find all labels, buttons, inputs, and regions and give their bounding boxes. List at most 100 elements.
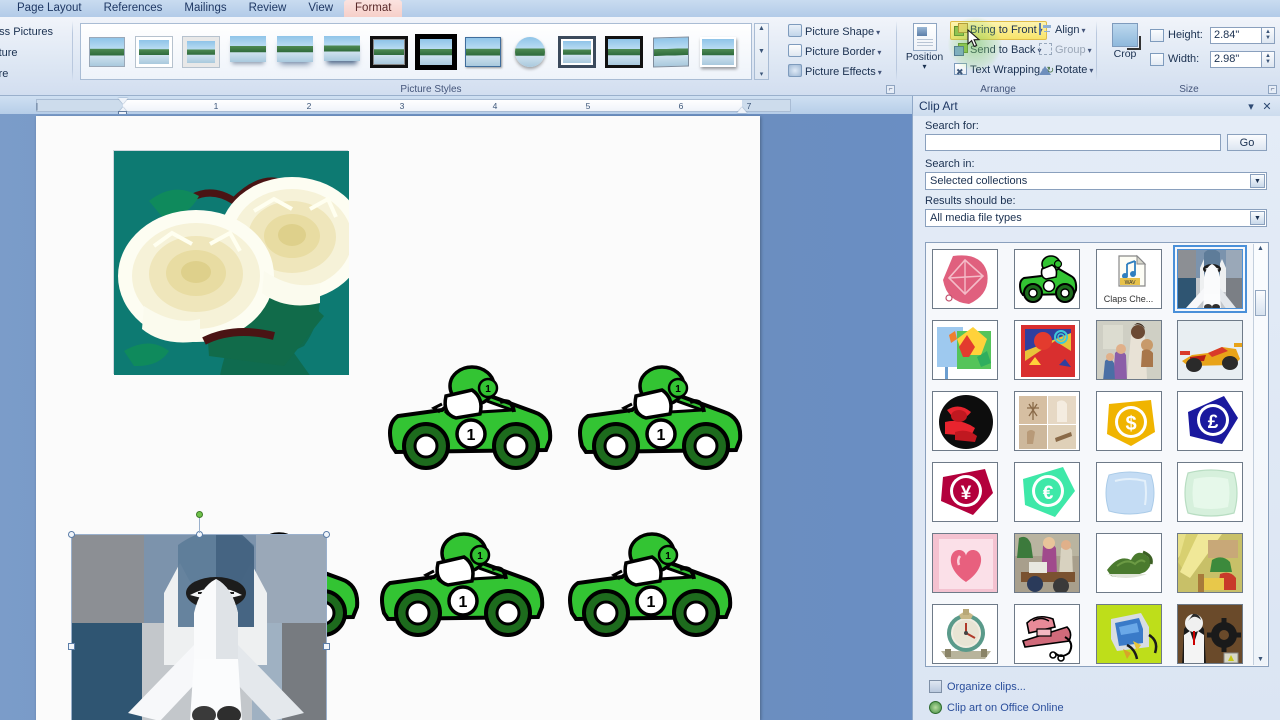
clip-result-space-shuttle[interactable] <box>1173 245 1248 313</box>
text-wrapping-button[interactable]: Text Wrapping▾ <box>951 61 1049 82</box>
clip-result-formula-race-car[interactable] <box>1177 320 1244 380</box>
clip-result-pound-coin[interactable]: £ <box>1177 391 1244 451</box>
picture-style-9[interactable] <box>462 34 504 70</box>
race-car-4[interactable]: 1 1 <box>376 531 548 641</box>
picture-style-4[interactable] <box>227 34 269 70</box>
clip-result-business-gear[interactable] <box>1177 604 1244 664</box>
clip-art-online-link[interactable]: Clip art on Office Online <box>929 701 1064 714</box>
clip-result-stamp-art[interactable] <box>1013 320 1080 380</box>
width-stepper[interactable]: ▲ ▼ <box>1262 50 1275 68</box>
race-car-1[interactable]: 1 1 <box>384 364 556 474</box>
close-icon[interactable]: ✕ <box>1259 100 1275 113</box>
first-line-indent-marker[interactable] <box>118 98 128 104</box>
send-to-back-button[interactable]: Send to Back ▾ <box>951 41 1044 60</box>
clip-result-dollar-coin[interactable]: $ <box>1095 391 1162 451</box>
clip-result-green-pillow[interactable] <box>1177 462 1244 522</box>
go-button[interactable]: Go <box>1227 134 1267 151</box>
picture-style-2[interactable] <box>133 34 175 70</box>
right-indent-marker[interactable] <box>737 107 747 113</box>
roses-picture[interactable] <box>113 150 365 381</box>
picture-styles-dialog-launcher[interactable]: ⌐ <box>886 85 895 94</box>
picture-style-7[interactable] <box>368 34 410 70</box>
results-scrollbar[interactable]: ▲ ▼ <box>1253 244 1267 665</box>
gallery-scrollbar[interactable]: ▲ ▼ ▾ <box>754 23 769 80</box>
gallery-more-icon[interactable]: ▾ <box>760 71 764 78</box>
bring-to-front-button[interactable]: Bring to Front ▾ <box>950 21 1047 40</box>
resize-handle-middle-left[interactable] <box>68 643 75 650</box>
rotate-button[interactable]: Rotate▾ <box>1036 61 1096 80</box>
height-input[interactable]: 2.84" <box>1210 26 1262 44</box>
clip-result-blue-pillow[interactable] <box>1095 462 1162 522</box>
rotation-handle[interactable] <box>196 511 203 518</box>
picture-border-button[interactable]: Picture Border ▾ <box>788 43 894 62</box>
picture-style-13[interactable] <box>650 34 692 70</box>
clip-result-pink-heart[interactable] <box>932 533 998 593</box>
resize-handle-top-left[interactable] <box>68 531 75 538</box>
position-button[interactable]: Position ▾ <box>902 21 947 79</box>
clip-art-results[interactable]: WAV Claps Che... $ £ ¥ € ▲ ▼ <box>925 242 1269 667</box>
stepper-down-icon[interactable]: ▼ <box>1265 35 1271 41</box>
clip-result-desk-clock[interactable] <box>932 604 998 664</box>
clip-result-farm-harvest[interactable] <box>1177 533 1244 593</box>
picture-shape-button[interactable]: Picture Shape ▾ <box>788 23 894 42</box>
stepper-down-icon[interactable]: ▼ <box>1265 59 1271 65</box>
resize-handle-top-right[interactable] <box>323 531 330 538</box>
crop-button[interactable]: Crop <box>1104 23 1146 60</box>
picture-style-8[interactable] <box>415 34 457 70</box>
scroll-up-icon[interactable]: ▲ <box>1257 244 1264 254</box>
picture-effects-button[interactable]: Picture Effects ▾ <box>788 63 894 82</box>
resize-handle-middle-right[interactable] <box>323 643 330 650</box>
clip-result-office-meeting[interactable] <box>1013 533 1080 593</box>
tab-review[interactable]: Review <box>238 0 298 17</box>
organize-clips-link[interactable]: Organize clips... <box>929 680 1026 693</box>
race-car-5[interactable]: 1 1 <box>564 531 736 641</box>
picture-style-10[interactable] <box>509 34 551 70</box>
change-picture-button[interactable]: ge Picture <box>0 44 72 63</box>
tab-page-layout[interactable]: Page Layout <box>6 0 93 17</box>
clip-result-green-leaf[interactable] <box>1095 533 1162 593</box>
picture-style-5[interactable] <box>274 34 316 70</box>
picture-style-12[interactable] <box>603 34 645 70</box>
picture-style-6[interactable] <box>321 34 363 70</box>
picture-styles-gallery[interactable] <box>80 23 752 80</box>
tab-format[interactable]: Format <box>344 0 403 17</box>
search-in-select[interactable]: Selected collections ▼ <box>925 172 1267 190</box>
clip-result-computer-monitor[interactable] <box>1095 604 1162 664</box>
group-button[interactable]: Group ▾ <box>1036 41 1095 60</box>
clip-result-claps-cheer-wav[interactable]: WAV Claps Che... <box>1095 249 1162 309</box>
shuttle-picture-selected[interactable] <box>68 511 330 720</box>
size-dialog-launcher[interactable]: ⌐ <box>1268 85 1277 94</box>
scroll-up-icon[interactable]: ▲ <box>758 25 765 32</box>
tab-view[interactable]: View <box>297 0 344 17</box>
horizontal-ruler[interactable]: | 1 2 3 4 5 6 7 <box>36 98 791 116</box>
chevron-down-icon[interactable]: ▼ <box>1250 174 1265 188</box>
clip-result-yen-coin[interactable]: ¥ <box>932 462 998 522</box>
clip-result-family-photo[interactable] <box>1095 320 1162 380</box>
picture-style-3[interactable] <box>180 34 222 70</box>
results-type-select[interactable]: All media file types ▼ <box>925 209 1267 227</box>
scrollbar-thumb[interactable] <box>1255 290 1266 316</box>
reset-picture-button[interactable]: t Picture <box>0 65 72 84</box>
task-pane-menu-icon[interactable]: ▾ <box>1243 100 1259 113</box>
picture-style-1[interactable] <box>86 34 128 70</box>
width-input[interactable]: 2.98" <box>1210 50 1262 68</box>
race-car-2[interactable]: 1 1 <box>574 364 746 474</box>
clip-result-colorful-collage[interactable] <box>932 320 998 380</box>
picture-style-14[interactable] <box>697 34 739 70</box>
align-button[interactable]: Align ▾ <box>1036 21 1088 40</box>
picture-style-11[interactable] <box>556 34 598 70</box>
height-stepper[interactable]: ▲ ▼ <box>1262 26 1275 44</box>
clip-result-clothes-iron[interactable] <box>1013 604 1080 664</box>
clip-result-pink-kite[interactable] <box>932 249 998 309</box>
search-input[interactable] <box>925 134 1221 151</box>
clip-result-red-black-emblem[interactable] <box>932 391 998 451</box>
chevron-down-icon[interactable]: ▼ <box>1250 211 1265 225</box>
clip-result-tan-grid-collage[interactable] <box>1013 391 1080 451</box>
document-page[interactable]: 1 1 1 1 1 1 1 1 <box>36 116 760 720</box>
tab-references[interactable]: References <box>93 0 174 17</box>
scroll-down-icon[interactable]: ▼ <box>758 48 765 55</box>
tab-mailings[interactable]: Mailings <box>173 0 237 17</box>
scroll-down-icon[interactable]: ▼ <box>1257 655 1264 665</box>
compress-pictures-button[interactable]: ompress Pictures <box>0 23 72 42</box>
clip-result-euro-coin[interactable]: € <box>1013 462 1080 522</box>
